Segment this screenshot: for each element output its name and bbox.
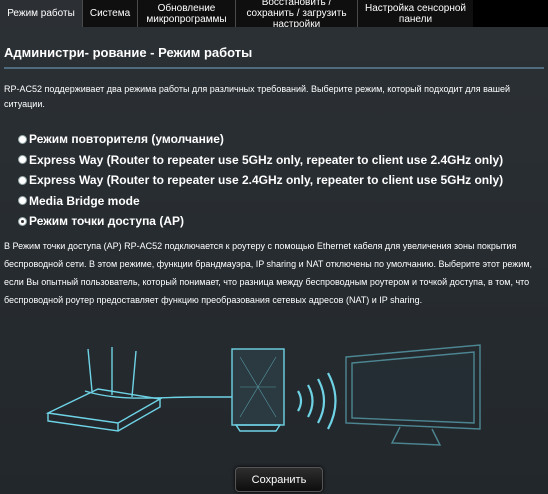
tab-touch-panel-settings[interactable]: Настройка сенсорной панели (358, 0, 473, 27)
radio-button[interactable] (18, 134, 27, 144)
tab-operation-mode[interactable]: Режим работы (0, 0, 83, 27)
tab-restore-save-upload[interactable]: Восстановить / сохранить / загрузить нас… (236, 0, 358, 30)
radio-button-selected[interactable] (18, 216, 27, 226)
radio-button[interactable] (18, 196, 27, 206)
mode-option-label: Режим повторителя (умолчание) (29, 132, 224, 147)
access-point-mode-illustration (45, 344, 481, 446)
mode-explanation: В Режим точки доступа (AP) RP-AC52 подкл… (4, 241, 533, 305)
radio-button[interactable] (18, 155, 27, 165)
mode-option-label: Express Way (Router to repeater use 2.4G… (29, 173, 504, 188)
tab-system[interactable]: Система (83, 0, 138, 27)
save-button[interactable]: Сохранить (235, 467, 323, 492)
content-panel: Администри- рование - Режим работы RP-AC… (0, 27, 548, 494)
page-title: Администри- рование - Режим работы (4, 45, 253, 60)
repeater-device-icon (231, 348, 285, 432)
mode-option-repeater[interactable]: Режим повторителя (умолчание) (18, 129, 503, 150)
router-icon (45, 347, 163, 432)
mode-option-expressway-5ghz-uplink[interactable]: Express Way (Router to repeater use 5GHz… (18, 150, 503, 171)
mode-option-access-point[interactable]: Режим точки доступа (AP) (18, 211, 503, 232)
radio-button[interactable] (18, 175, 27, 185)
mode-option-media-bridge[interactable]: Media Bridge mode (18, 191, 503, 212)
ethernet-cable-line (84, 390, 232, 399)
wifi-signal-icon (297, 372, 337, 430)
tv-icon (345, 344, 481, 446)
mode-option-expressway-24ghz-uplink[interactable]: Express Way (Router to repeater use 2.4G… (18, 170, 503, 191)
tab-firmware-upgrade[interactable]: Обновление микропрограммы (138, 0, 236, 27)
title-divider (4, 67, 544, 69)
mode-option-label: Режим точки доступа (AP) (29, 214, 184, 229)
mode-option-label: Express Way (Router to repeater use 5GHz… (29, 152, 504, 167)
page-description: RP-AC52 поддерживает два режима работы д… (4, 84, 511, 109)
tab-bar: Режим работы Система Обновление микропро… (0, 0, 548, 30)
mode-option-label: Media Bridge mode (29, 193, 140, 208)
mode-options: Режим повторителя (умолчание) Express Wa… (18, 129, 503, 232)
